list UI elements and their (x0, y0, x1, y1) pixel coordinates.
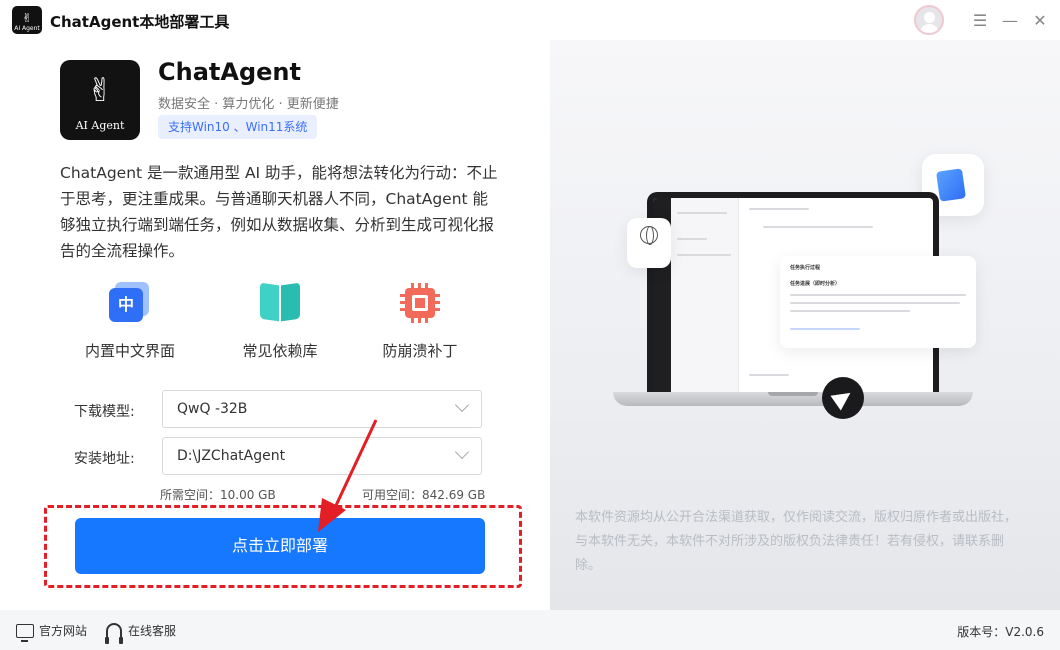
deploy-button[interactable]: 点击立即部署 (75, 518, 485, 574)
feature-crash-patch: 防崩溃补丁 (350, 280, 490, 361)
product-name: ChatAgent (158, 58, 301, 86)
red-arrow-icon (318, 419, 378, 532)
model-label: 下载模型: (74, 404, 135, 420)
preview-panel: 任务执行过程 任务进展（即时分析） 本软件资源均从公开合法渠道获取，仅作阅读交流… (550, 40, 1060, 610)
user-avatar[interactable] (914, 5, 944, 35)
document-icon (936, 168, 966, 202)
globe-icon (640, 226, 658, 245)
official-site-link[interactable]: 官方网站 (16, 622, 88, 642)
official-site-label: 官方网站 (39, 624, 88, 638)
feature-list: 中 内置中文界面 常见依赖库 防崩溃补丁 (60, 280, 500, 370)
path-label: 安装地址: (74, 451, 135, 467)
menu-icon[interactable]: ☰ (968, 8, 992, 32)
task-subtitle: 任务进展（即时分析） (790, 281, 841, 287)
model-select-value: QwQ -32B (177, 401, 248, 417)
logo-text: AI Agent (75, 119, 125, 132)
os-support-badge: 支持Win10 、Win11系统 (158, 115, 318, 139)
chinese-interface-icon: 中 (107, 280, 153, 326)
required-space: 所需空间：10.00 GB (160, 488, 276, 502)
feature-chinese-ui: 中 内置中文界面 (60, 280, 200, 361)
web-search-card (627, 218, 671, 268)
window-title: ChatAgent本地部署工具 (50, 13, 230, 31)
hand-logo-icon: ✌ (86, 71, 114, 109)
task-progress-card: 任务执行过程 任务进展（即时分析） (780, 256, 976, 348)
model-row: 下载模型: QwQ -32B (74, 390, 484, 430)
feature-label: 常见依赖库 (242, 342, 318, 360)
minimize-button[interactable]: — (998, 8, 1022, 32)
send-icon (822, 377, 864, 419)
copyright-disclaimer: 本软件资源均从公开合法渠道获取，仅作阅读交流，版权归原作者或出版社，与本软件无关… (575, 510, 1018, 573)
monitor-icon (16, 623, 34, 642)
chip-patch-icon (397, 280, 443, 326)
app-icon-text: AI Agent (14, 25, 40, 32)
product-description: ChatAgent 是一款通用型 AI 助手，能将想法转化为行动：不止于思考，更… (60, 164, 498, 260)
path-row: 安装地址: D:\JZChatAgent (74, 437, 484, 477)
close-button[interactable]: ✕ (1028, 8, 1052, 32)
online-support-link[interactable]: 在线客服 (105, 622, 177, 644)
product-tagline: 数据安全 · 算力优化 · 更新便捷 (158, 97, 339, 112)
task-title: 任务执行过程 (790, 265, 821, 271)
chevron-down-icon (454, 444, 470, 460)
chevron-down-icon (454, 397, 470, 413)
headset-icon (105, 622, 123, 644)
installer-panel: ✌ AI Agent ChatAgent 数据安全 · 算力优化 · 更新便捷 … (0, 40, 550, 610)
app-logo-icon: ✌ AI Agent (12, 6, 42, 34)
version-label: 版本号：V2.0.6 (957, 625, 1044, 639)
install-path-value: D:\JZChatAgent (177, 448, 286, 464)
feature-label: 内置中文界面 (84, 342, 175, 360)
title-bar: ✌ AI Agent ChatAgent本地部署工具 ☰ — ✕ (0, 0, 1060, 40)
product-logo: ✌ AI Agent (60, 60, 140, 140)
footer-bar: 官方网站 在线客服 版本号：V2.0.6 (0, 610, 1060, 650)
feature-libraries: 常见依赖库 (210, 280, 350, 361)
feature-label: 防崩溃补丁 (382, 342, 458, 360)
library-book-icon (257, 280, 303, 326)
online-support-label: 在线客服 (128, 624, 177, 638)
